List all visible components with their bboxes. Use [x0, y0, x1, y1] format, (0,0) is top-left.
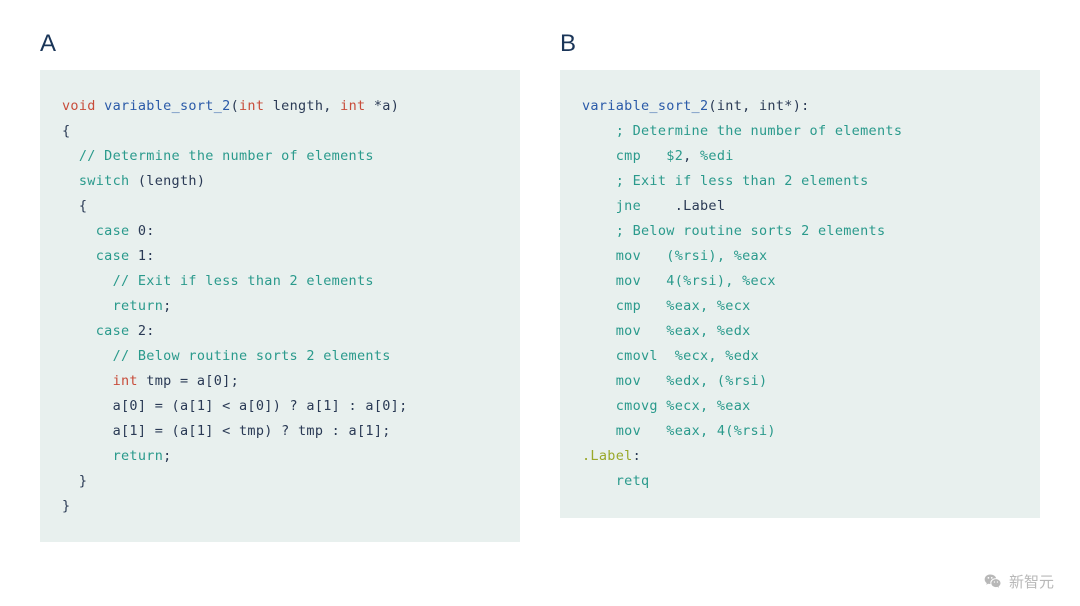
op-cmp: cmp — [582, 148, 641, 164]
op-jne: jne — [582, 198, 641, 214]
semi2: ; — [163, 448, 171, 464]
kw-int-tmp: int — [62, 373, 138, 389]
panel-b-label: B — [560, 30, 1040, 58]
tmp-assign: tmp = a[0]; — [138, 373, 239, 389]
kw-int2: int — [340, 98, 365, 114]
kw-return2: return — [62, 448, 163, 464]
brace: { — [62, 123, 70, 139]
panel-b: B variable_sort_2(int, int*): ; Determin… — [560, 30, 1040, 518]
imm2: $2 — [641, 148, 683, 164]
comment-below: // Below routine sorts 2 elements — [62, 348, 391, 364]
op-retq: retq — [582, 473, 649, 489]
case0: 0: — [129, 223, 154, 239]
asm-args: (int, int*): — [708, 98, 809, 114]
kw-return1: return — [62, 298, 163, 314]
comment-exit: // Exit if less than 2 elements — [62, 273, 374, 289]
brace: { — [62, 198, 87, 214]
asm-comment1: ; Determine the number of elements — [582, 123, 902, 139]
cmovl-args: %ecx, %edx — [658, 348, 759, 364]
op-mov1: mov — [582, 248, 641, 264]
cmovg-args: %ecx, %eax — [658, 398, 751, 414]
sp — [641, 198, 675, 214]
code-block-a: void variable_sort_2(int length, int *a)… — [40, 70, 520, 542]
asm-comment2: ; Exit if less than 2 elements — [582, 173, 869, 189]
op-mov2: mov — [582, 273, 641, 289]
panel-a: A void variable_sort_2(int length, int *… — [40, 30, 520, 542]
mov4-args: %edx, (%rsi) — [641, 373, 767, 389]
a0-assign: a[0] = (a[1] < a[0]) ? a[1] : a[0]; — [62, 398, 408, 414]
param-a: *a) — [365, 98, 399, 114]
label-def: .Label — [582, 448, 633, 464]
a1-assign: a[1] = (a[1] < tmp) ? tmp : a[1]; — [62, 423, 391, 439]
op-cmovl: cmovl — [582, 348, 658, 364]
semi: ; — [163, 298, 171, 314]
mov2-args: 4(%rsi), %ecx — [641, 273, 776, 289]
fn-name: variable_sort_2 — [96, 98, 231, 114]
kw-case0: case — [62, 223, 129, 239]
kw-int1: int — [239, 98, 264, 114]
switch-expr: (length) — [129, 173, 205, 189]
label-colon: : — [633, 448, 641, 464]
mov3-args: %eax, %edx — [641, 323, 751, 339]
comma: , — [683, 148, 700, 164]
kw-case2: case — [62, 323, 129, 339]
wechat-icon — [981, 572, 1005, 592]
code-block-b: variable_sort_2(int, int*): ; Determine … — [560, 70, 1040, 518]
brace-close2: } — [62, 498, 70, 514]
op-mov4: mov — [582, 373, 641, 389]
mov5-args: %eax, 4(%rsi) — [641, 423, 776, 439]
op-cmp2: cmp — [582, 298, 641, 314]
op-cmovg: cmovg — [582, 398, 658, 414]
reg-edi: %edi — [700, 148, 734, 164]
attribution-text: 新智元 — [1009, 571, 1054, 592]
paren: ( — [231, 98, 239, 114]
op-mov5: mov — [582, 423, 641, 439]
jne-label: .Label — [675, 198, 726, 214]
attribution: 新智元 — [981, 571, 1054, 592]
cmp2-args: %eax, %ecx — [641, 298, 751, 314]
op-mov3: mov — [582, 323, 641, 339]
asm-fn: variable_sort_2 — [582, 98, 708, 114]
param-length: length, — [264, 98, 340, 114]
kw-switch: switch — [62, 173, 129, 189]
case2: 2: — [129, 323, 154, 339]
panel-a-label: A — [40, 30, 520, 58]
kw-case1: case — [62, 248, 129, 264]
case1: 1: — [129, 248, 154, 264]
comment-determine: // Determine the number of elements — [62, 148, 374, 164]
kw-void: void — [62, 98, 96, 114]
asm-comment3: ; Below routine sorts 2 elements — [582, 223, 885, 239]
mov1-args: (%rsi), %eax — [641, 248, 767, 264]
panels-container: A void variable_sort_2(int length, int *… — [40, 30, 1040, 542]
brace-close: } — [62, 473, 87, 489]
